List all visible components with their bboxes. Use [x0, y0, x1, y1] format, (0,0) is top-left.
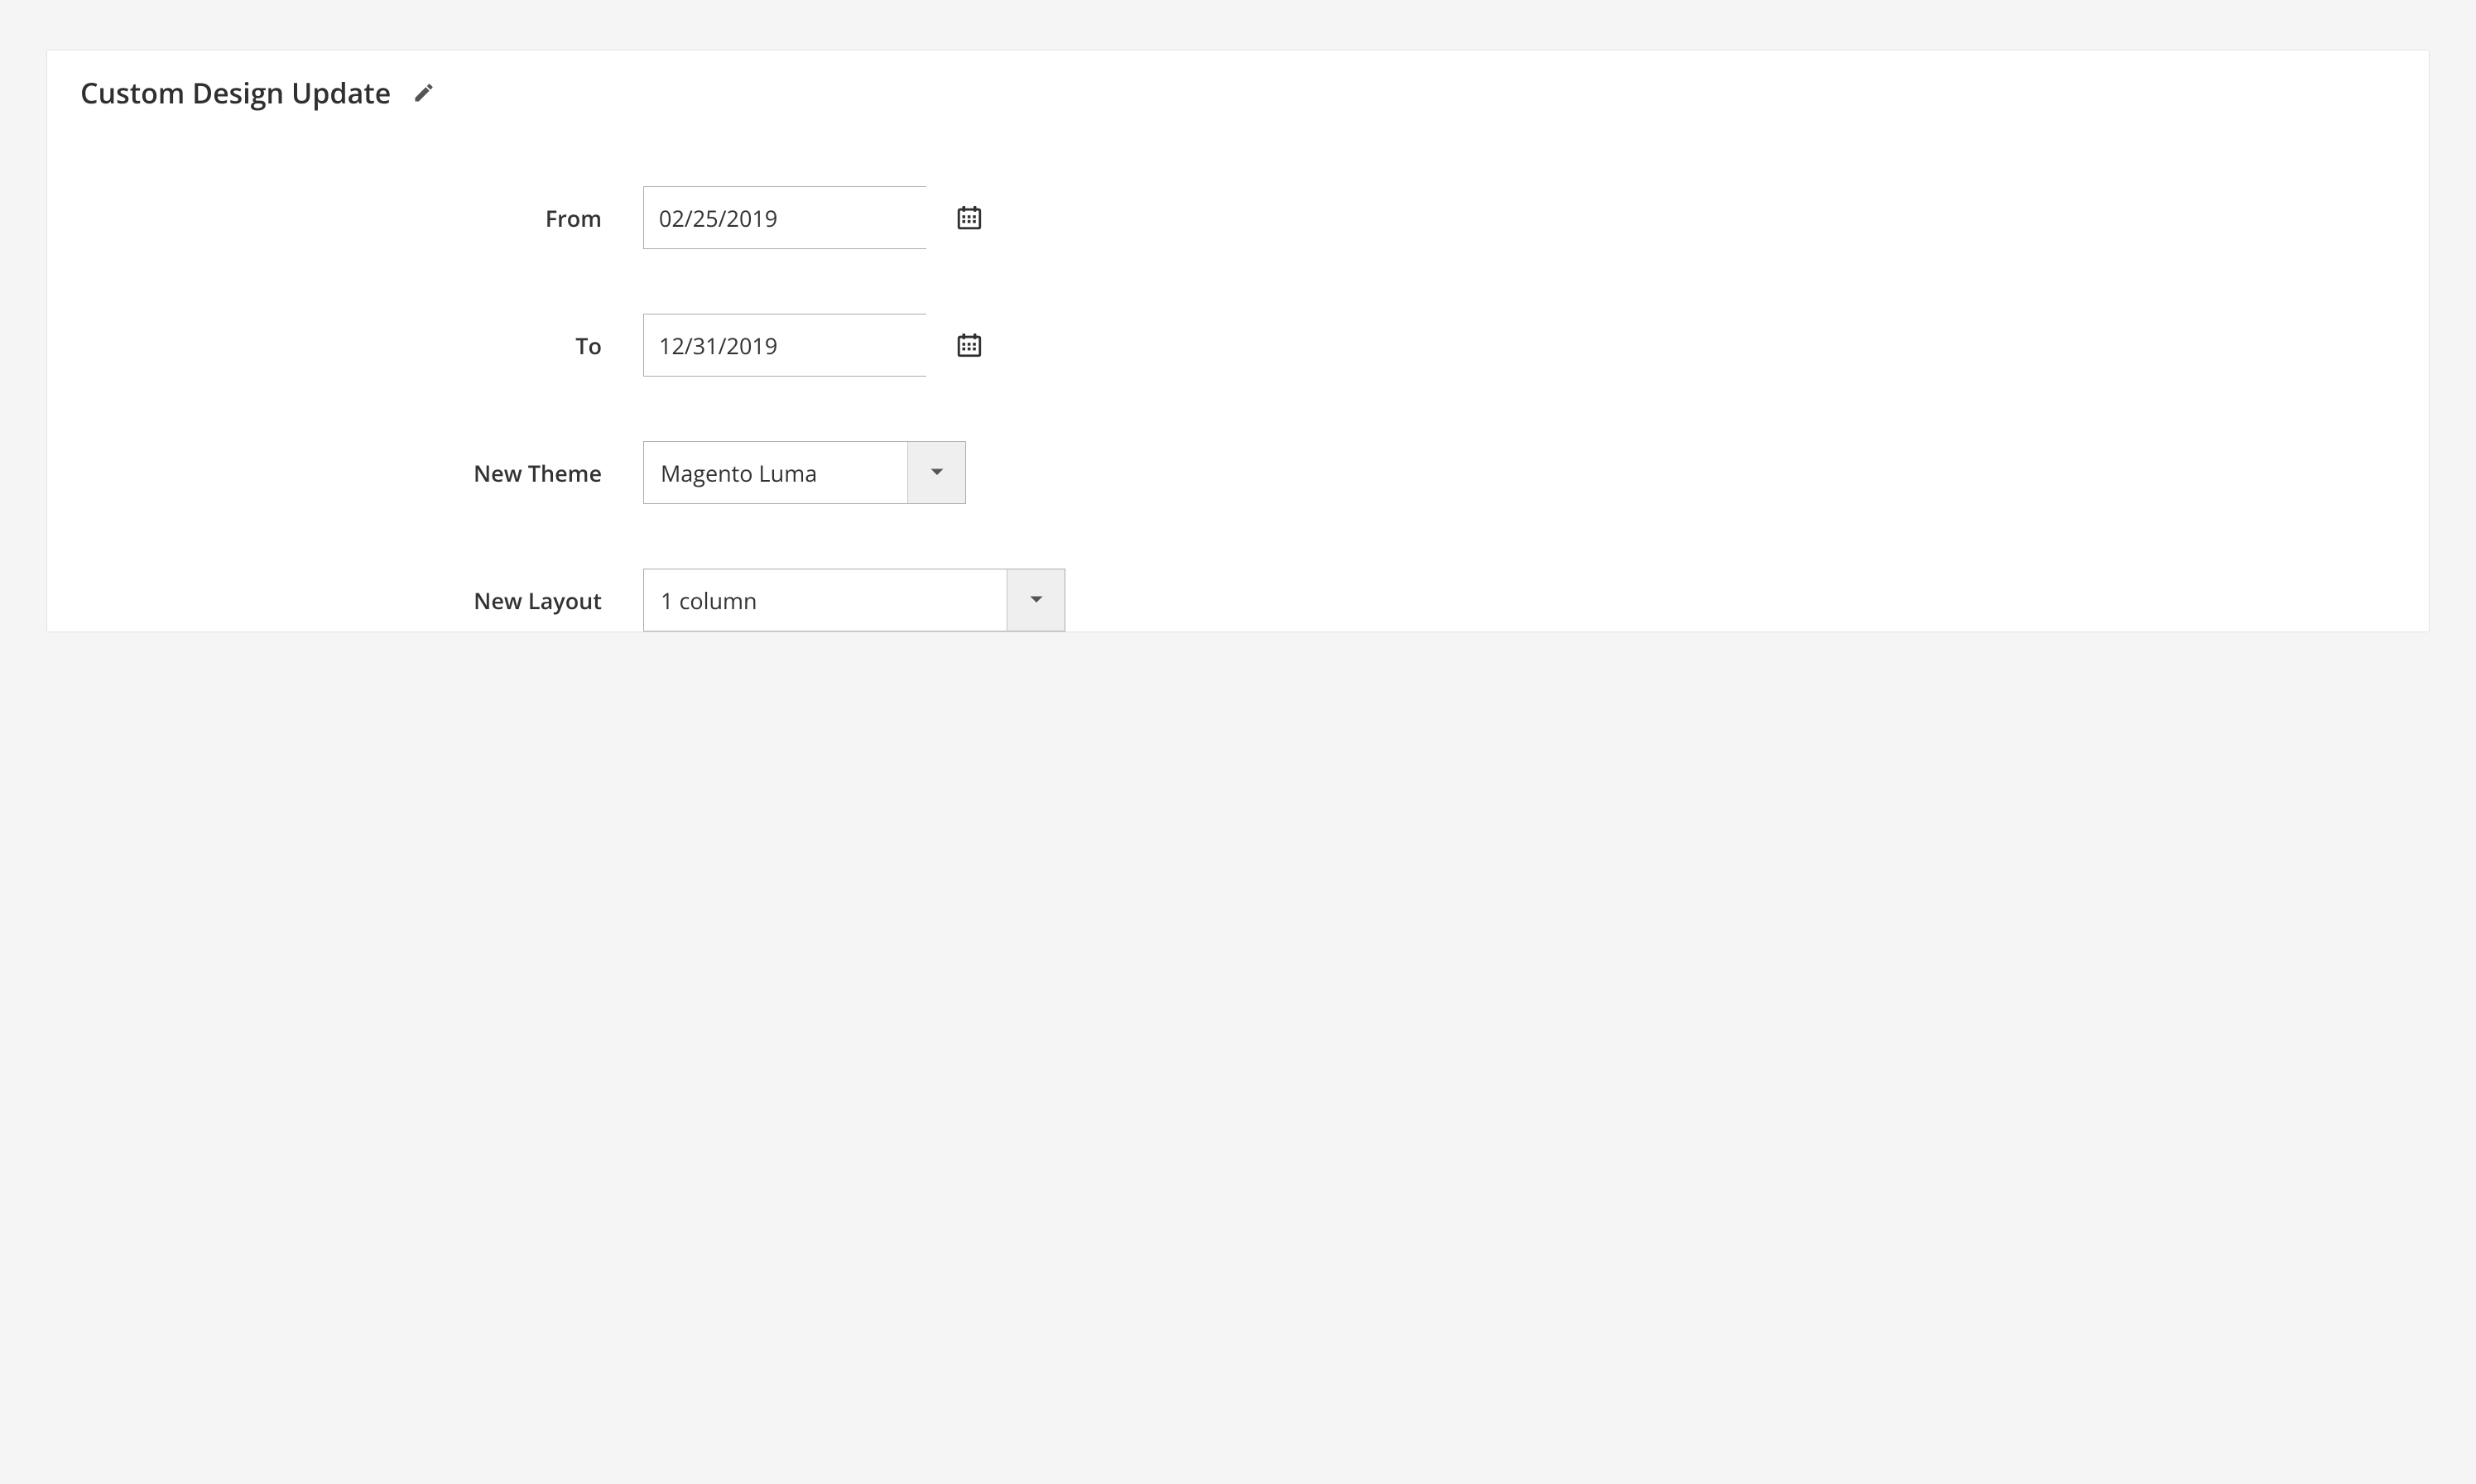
panel-title: Custom Design Update	[80, 74, 391, 112]
page: Custom Design Update From	[0, 0, 2476, 682]
theme-select[interactable]: Magento Luma	[643, 441, 966, 504]
to-row: To	[80, 314, 2396, 377]
chevron-down-icon[interactable]	[907, 442, 965, 503]
pencil-icon[interactable]	[412, 81, 435, 104]
theme-label: New Theme	[80, 458, 643, 488]
to-date-input[interactable]	[644, 315, 955, 376]
layout-label: New Layout	[80, 585, 643, 616]
from-date-field[interactable]	[643, 186, 926, 249]
layout-select[interactable]: 1 column	[643, 569, 1065, 632]
chevron-down-icon[interactable]	[1007, 569, 1065, 631]
calendar-icon[interactable]	[955, 187, 983, 248]
to-date-field[interactable]	[643, 314, 926, 377]
theme-row: New Theme Magento Luma	[80, 441, 2396, 504]
panel-header: Custom Design Update	[80, 74, 2396, 112]
from-label: From	[80, 203, 643, 233]
from-date-input[interactable]	[644, 187, 955, 248]
layout-row: New Layout 1 column	[80, 569, 2396, 632]
layout-select-value: 1 column	[644, 569, 1007, 631]
custom-design-update-panel: Custom Design Update From	[46, 50, 2430, 632]
calendar-icon[interactable]	[955, 315, 983, 376]
form: From	[80, 186, 2396, 632]
from-row: From	[80, 186, 2396, 249]
to-label: To	[80, 330, 643, 361]
theme-select-value: Magento Luma	[644, 442, 907, 503]
